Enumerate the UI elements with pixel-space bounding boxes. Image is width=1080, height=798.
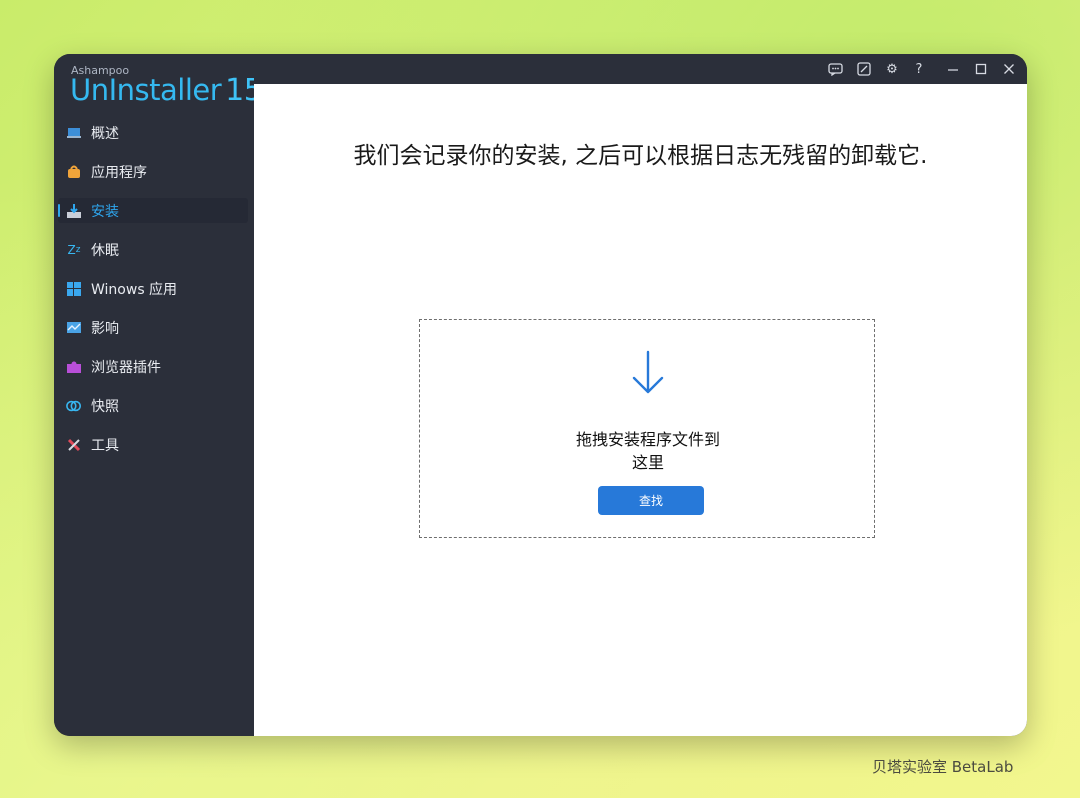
sidebar-item-tools[interactable]: 工具: [54, 425, 254, 464]
page-headline: 我们会记录你的安装, 之后可以根据日志无残留的卸载它.: [353, 143, 928, 169]
title-bar: ⚙ ?: [254, 54, 1027, 84]
drop-instruction-line2: 这里: [631, 453, 664, 472]
windows-logo-icon: [66, 281, 82, 297]
chart-monitor-icon: [66, 320, 82, 336]
edit-note-icon[interactable]: [854, 60, 874, 78]
watermark: 贝塔实验室 BetaLab: [872, 758, 1014, 776]
sleep-zz-icon: Zz: [67, 242, 81, 257]
sidebar-item-windows-apps[interactable]: Winows 应用: [54, 269, 254, 308]
sidebar-item-label: 安装: [91, 203, 119, 220]
sidebar-item-sleep[interactable]: Zz 休眠: [54, 230, 254, 269]
sidebar-item-impact[interactable]: 影响: [54, 308, 254, 347]
brand-logo: UnInstaller 15: [70, 73, 263, 108]
maximize-icon[interactable]: [971, 60, 991, 78]
sidebar-nav: 概述 应用程序 安装 Zz 休眠 Winows 应用 影响 浏览器插件 快照 工…: [54, 113, 254, 464]
sidebar-item-browser-plugins[interactable]: 浏览器插件: [54, 347, 254, 386]
package-icon: [66, 164, 82, 180]
close-icon[interactable]: [999, 60, 1019, 78]
gear-icon[interactable]: ⚙: [882, 60, 902, 78]
sidebar-item-install[interactable]: 安装: [54, 191, 254, 230]
sidebar-item-snapshots[interactable]: 快照: [54, 386, 254, 425]
drop-instruction-line1: 拖拽安装程序文件到: [575, 430, 720, 449]
app-window: Ashampoo UnInstaller 15 概述 应用程序 安装 Z z 休…: [54, 54, 1027, 736]
sidebar-item-label: Winows 应用: [91, 281, 178, 298]
brand-product: UnInstaller: [70, 73, 222, 107]
sidebar-item-label: 影响: [91, 320, 119, 337]
help-icon[interactable]: ?: [909, 60, 929, 78]
sidebar-item-overview[interactable]: 概述: [54, 113, 254, 152]
install-tray-icon: [66, 203, 82, 219]
active-indicator: [58, 204, 60, 217]
puzzle-icon: [66, 359, 82, 375]
main-content: 我们会记录你的安装, 之后可以根据日志无残留的卸载它. 拖拽安装程序文件到 这里…: [254, 84, 1027, 736]
drop-instruction: 拖拽安装程序文件到 这里: [420, 428, 876, 474]
sidebar-item-applications[interactable]: 应用程序: [54, 152, 254, 191]
sidebar-item-label: 概述: [91, 125, 119, 142]
sidebar-item-label: 工具: [91, 437, 119, 454]
sidebar-item-label: 应用程序: [91, 164, 147, 181]
sidebar-item-label: 休眠: [91, 242, 119, 259]
arrow-down-icon: [631, 350, 665, 400]
snapshot-rings-icon: [66, 398, 82, 414]
active-highlight: [58, 198, 248, 223]
sidebar: Ashampoo UnInstaller 15 概述 应用程序 安装 Z z 休…: [54, 54, 263, 736]
minimize-icon[interactable]: [943, 60, 963, 78]
tools-icon: [66, 437, 82, 453]
sidebar-item-label: 快照: [91, 398, 119, 415]
feedback-icon[interactable]: [825, 60, 845, 78]
sidebar-item-label: 浏览器插件: [91, 359, 161, 376]
find-button[interactable]: 查找: [598, 486, 704, 515]
installer-drop-zone[interactable]: 拖拽安装程序文件到 这里 查找: [419, 319, 875, 538]
laptop-icon: [66, 125, 82, 141]
